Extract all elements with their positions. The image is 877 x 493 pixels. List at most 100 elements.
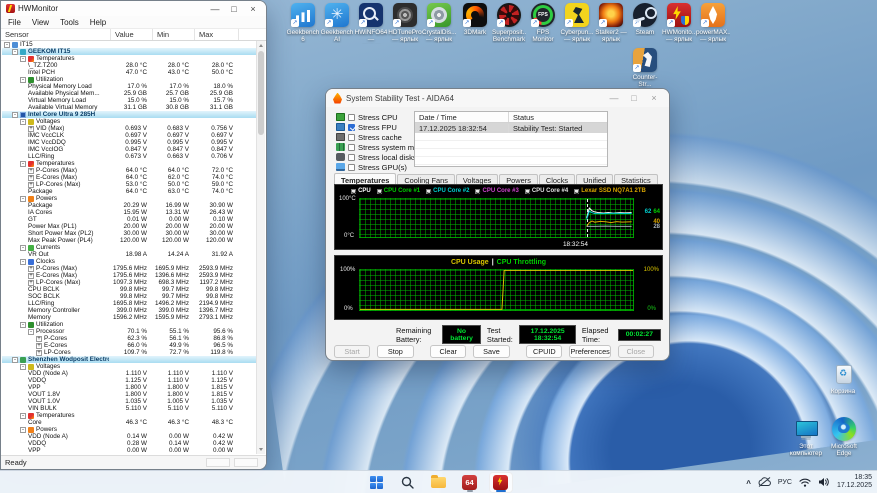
collapse-toggle[interactable]: - — [20, 55, 26, 62]
sensor-row[interactable]: - Clocks — [2, 258, 256, 265]
sensor-row[interactable]: - Utilization — [2, 321, 256, 328]
sensor-row[interactable]: SOC BCLK 99.8 MHz 99.7 MHz 99.8 MHz — [2, 293, 256, 300]
log-column-status[interactable]: Status — [509, 112, 534, 122]
sensor-row[interactable]: Package 20.29 W 16.99 W 30.90 W — [2, 202, 256, 209]
collapse-toggle[interactable]: - — [28, 328, 34, 335]
sensor-row[interactable]: IMC VccDDQ 0.995 V 0.995 V 0.995 V — [2, 139, 256, 146]
expand-toggle[interactable]: + — [28, 125, 34, 132]
expand-toggle[interactable]: + — [28, 272, 34, 279]
desktop-icon[interactable]: Этот компьютер — [789, 417, 823, 457]
hwmonitor-sensor-list[interactable]: - IT15- GEEKOM IT15- Temperatures \_TZ.TZ00 2… — [2, 41, 256, 454]
stop-button[interactable]: Stop — [377, 344, 414, 358]
sensor-row[interactable]: - IT15 — [2, 41, 256, 48]
sensor-row[interactable]: - Powers — [2, 426, 256, 433]
tray-overflow-chevron[interactable]: ^ — [746, 479, 751, 488]
collapse-toggle[interactable]: - — [20, 363, 26, 370]
language-indicator[interactable]: РУС — [778, 479, 792, 486]
sensor-row[interactable]: + LP-Cores (Max) 53.0 °C 50.0 °C 59.0 °C — [2, 181, 256, 188]
tab-voltages[interactable]: Voltages — [455, 174, 499, 185]
expand-toggle[interactable]: + — [36, 335, 42, 342]
sensor-row[interactable]: - Currents — [2, 244, 256, 251]
tab-powers[interactable]: Powers — [499, 174, 538, 185]
column-max[interactable]: Max — [195, 29, 239, 40]
sensor-row[interactable]: + P-Cores (Max) 1795.6 MHz 1695.9 MHz 2593.9… — [2, 265, 256, 272]
scroll-up-arrow[interactable] — [257, 41, 265, 50]
desktop-icon[interactable]: ↗ HWiNFO64 — ярлык — [354, 3, 388, 44]
column-sensor[interactable]: Sensor — [1, 29, 111, 40]
volume-icon[interactable] — [818, 477, 830, 487]
sensor-row[interactable]: - Temperatures — [2, 412, 256, 419]
sensor-row[interactable]: + E-Cores (Max) 1795.6 MHz 1396.6 MHz 2593.9… — [2, 272, 256, 279]
minimize-button[interactable]: — — [606, 91, 622, 105]
tab-cooling-fans[interactable]: Cooling Fans — [397, 174, 455, 185]
collapse-toggle[interactable]: - — [20, 195, 26, 202]
sensor-row[interactable]: Available Physical Mem... 25.9 GB 25.7 GB 2… — [2, 90, 256, 97]
maximize-button[interactable]: □ — [226, 2, 242, 16]
aida64-titlebar[interactable]: System Stability Test - AIDA64 — □ × — [326, 89, 669, 107]
menu-view[interactable]: View — [32, 18, 49, 27]
sensor-row[interactable]: Power Max (PL1) 20.00 W 20.00 W 20.00 W — [2, 223, 256, 230]
collapse-toggle[interactable]: - — [20, 160, 26, 167]
collapse-toggle[interactable]: - — [12, 48, 18, 55]
sensor-row[interactable]: VDDQ 1.125 V 1.110 V 1.125 V — [2, 377, 256, 384]
desktop-icon[interactable]: ↗ powerMAX... — ярлык — [696, 3, 730, 43]
vertical-scrollbar[interactable] — [256, 41, 265, 454]
sensor-row[interactable]: + E-Cores 66.0 % 49.9 % 96.5 % — [2, 342, 256, 349]
sensor-row[interactable]: VR Out 18.98 A 14.24 A 31.92 A — [2, 251, 256, 258]
legend-checkbox[interactable] — [475, 188, 481, 194]
search-button[interactable] — [396, 472, 420, 493]
sensor-row[interactable]: - Utilization — [2, 76, 256, 83]
aida64-taskbar-button[interactable]: 64 — [458, 472, 482, 493]
sensor-row[interactable]: VPP 1.800 V 1.800 V 1.815 V — [2, 384, 256, 391]
scrollbar-thumb[interactable] — [258, 51, 264, 135]
hwmonitor-titlebar[interactable]: HWMonitor — □ × — [1, 1, 266, 16]
expand-toggle[interactable]: + — [28, 181, 34, 188]
column-value[interactable]: Value — [111, 29, 153, 40]
tab-unified[interactable]: Unified — [576, 174, 614, 185]
close-button[interactable]: × — [646, 91, 662, 105]
expand-toggle[interactable]: + — [28, 279, 34, 286]
collapse-toggle[interactable]: - — [20, 321, 26, 328]
sensor-row[interactable]: IMC VccIOG 0.847 V 0.847 V 0.847 V — [2, 146, 256, 153]
sensor-row[interactable]: Core 46.3 °C 46.3 °C 48.3 °C — [2, 419, 256, 426]
sensor-row[interactable]: VDDQ 0.28 W 0.14 W 0.42 W — [2, 440, 256, 447]
desktop-icon[interactable]: Корзина — [826, 362, 860, 395]
collapse-toggle[interactable]: - — [20, 76, 26, 83]
expand-toggle[interactable]: + — [28, 174, 34, 181]
sensor-row[interactable]: LLC/Ring 0.673 V 0.663 V 0.706 V — [2, 153, 256, 160]
sensor-row[interactable]: - GEEKOM IT15 — [2, 48, 256, 55]
expand-toggle[interactable]: + — [28, 167, 34, 174]
stress-checkbox[interactable] — [348, 163, 355, 171]
sensor-row[interactable]: + E-Cores (Max) 64.0 °C 62.0 °C 74.0 °C — [2, 174, 256, 181]
stress-checkbox[interactable] — [348, 123, 355, 131]
start-button[interactable] — [365, 472, 389, 493]
collapse-toggle[interactable]: - — [20, 258, 26, 265]
sensor-row[interactable]: IA Cores 15.95 W 13.31 W 26.43 W — [2, 209, 256, 216]
sensor-row[interactable]: VOUT 1.0V 1.035 V 1.005 V 1.035 V — [2, 398, 256, 405]
collapse-toggle[interactable]: - — [20, 426, 26, 433]
sensor-row[interactable]: - Temperatures — [2, 55, 256, 62]
sensor-row[interactable]: - Intel Core Ultra 9 285H — [2, 111, 256, 118]
desktop-icon[interactable]: ↗ FPS Monitor — [526, 3, 560, 43]
sensor-row[interactable]: \_TZ.TZ00 28.0 °C 28.0 °C 28.0 °C — [2, 62, 256, 69]
stress-checkbox[interactable] — [348, 143, 355, 151]
column-min[interactable]: Min — [153, 29, 195, 40]
log-header[interactable]: Date / Time Status — [415, 112, 607, 123]
collapse-toggle[interactable]: - — [12, 356, 18, 363]
menu-file[interactable]: File — [8, 18, 21, 27]
sensor-row[interactable]: - Processor 70.1 % 55.1 % 95.6 % — [2, 328, 256, 335]
desktop-icon[interactable]: ↗ HWMonito... — ярлык — [662, 3, 696, 43]
sensor-row[interactable]: + P-Cores (Max) 64.0 °C 64.0 °C 72.0 °C — [2, 167, 256, 174]
desktop-icon[interactable]: ↗ Counter-Str... 2 — [628, 48, 662, 89]
cpuid-button[interactable]: CPUID — [526, 344, 563, 358]
log-row-selected[interactable]: 17.12.2025 18:32:54 Stability Test: Star… — [415, 123, 607, 133]
sensor-row[interactable]: VDD (Node A) 1.110 V 1.110 V 1.110 V — [2, 370, 256, 377]
scroll-down-arrow[interactable] — [257, 445, 265, 454]
save-button[interactable]: Save — [473, 344, 510, 358]
collapse-toggle[interactable]: - — [12, 111, 18, 118]
clear-button[interactable]: Clear — [430, 344, 467, 358]
stress-checkbox[interactable] — [348, 133, 355, 141]
legend-checkbox[interactable] — [426, 188, 432, 194]
sensor-row[interactable]: GT 0.01 W 0.00 W 0.10 W — [2, 216, 256, 223]
desktop-icon[interactable]: ↗ Cyberpun... — ярлык — [560, 3, 594, 43]
